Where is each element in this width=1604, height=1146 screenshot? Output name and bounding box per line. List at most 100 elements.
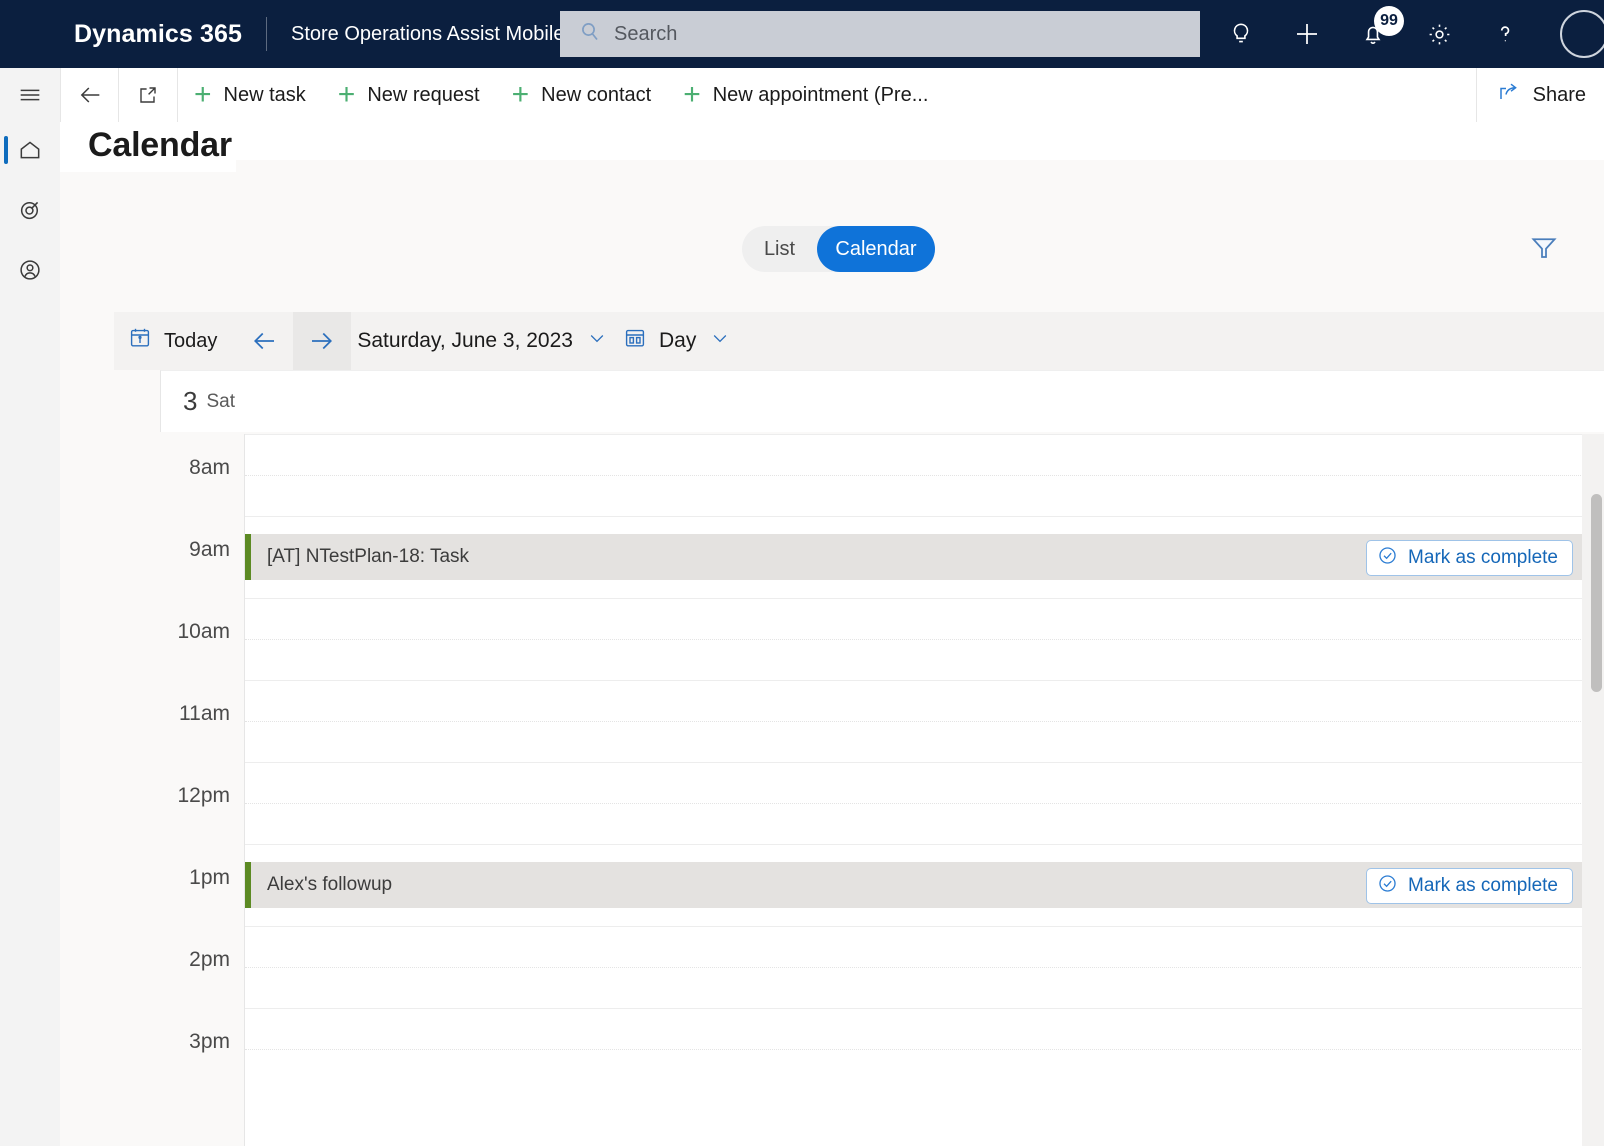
check-circle-icon [1377, 873, 1398, 900]
popout-icon[interactable] [119, 68, 177, 122]
calendar-event[interactable]: [AT] NTestPlan-18: Task Mark as complete [245, 534, 1583, 580]
check-circle-icon [1377, 545, 1398, 572]
calendar-view-icon [623, 326, 647, 356]
previous-day-button[interactable] [235, 312, 293, 370]
calendar-toolbar: Today Saturday, June 3, 2023 Day [114, 312, 1604, 370]
view-mode-button[interactable]: Day [615, 312, 738, 370]
notification-badge: 99 [1374, 6, 1404, 36]
header-divider [265, 17, 267, 51]
share-icon [1497, 80, 1521, 110]
calendar-grid: [AT] NTestPlan-18: Task Mark as complete [114, 434, 1604, 1146]
avatar-circle [1560, 10, 1604, 58]
half-hour-line [245, 803, 1583, 804]
hour-line [245, 1008, 1583, 1009]
new-contact-button[interactable]: + New contact [496, 68, 668, 122]
hour-line [245, 926, 1583, 927]
new-task-button[interactable]: + New task [178, 68, 322, 122]
current-date-label: Saturday, June 3, 2023 [357, 329, 573, 352]
command-bar: + New task + New request + New contact +… [0, 68, 1604, 123]
hour-line [245, 680, 1583, 681]
hour-gutter: 8am 9am 10am 11am 12pm 1pm 2pm 3pm [114, 434, 244, 1146]
hour-label: 10am [177, 620, 230, 643]
hour-label: 11am [179, 702, 230, 725]
command-bar-right: Share [1475, 68, 1604, 122]
hour-label: 3pm [189, 1030, 230, 1053]
title-bar-background [236, 122, 1604, 160]
scrollbar-thumb[interactable] [1591, 494, 1602, 692]
half-hour-line [245, 1049, 1583, 1050]
hour-line [245, 598, 1583, 599]
back-arrow-icon[interactable] [61, 68, 118, 122]
hamburger-icon[interactable] [0, 68, 60, 122]
sidebar-item-home[interactable] [0, 126, 60, 174]
hour-label: 1pm [189, 866, 230, 889]
app-header: Dynamics 365 Store Operations Assist Mob… [0, 0, 1604, 68]
search-icon [578, 20, 602, 49]
share-button[interactable]: Share [1477, 68, 1604, 122]
hour-line [245, 844, 1583, 845]
date-picker-button[interactable]: Saturday, June 3, 2023 [351, 312, 615, 370]
bell-icon[interactable]: 99 [1340, 0, 1406, 68]
today-button[interactable]: Today [114, 312, 235, 370]
new-appointment-label: New appointment (Pre... [712, 83, 929, 106]
plus-icon: + [194, 78, 212, 111]
gear-icon[interactable] [1406, 0, 1472, 68]
mark-as-complete-label: Mark as complete [1408, 547, 1558, 568]
brand-title: Dynamics 365 [74, 19, 242, 48]
calendar-today-icon [128, 326, 152, 356]
hour-label: 2pm [189, 948, 230, 971]
new-appointment-button[interactable]: + New appointment (Pre... [667, 68, 944, 122]
filter-button[interactable] [1522, 228, 1566, 272]
half-hour-line [245, 639, 1583, 640]
hour-line [245, 516, 1583, 517]
day-column[interactable]: [AT] NTestPlan-18: Task Mark as complete [244, 434, 1583, 1146]
tab-calendar[interactable]: Calendar [817, 226, 935, 272]
calendar-scrollbar[interactable] [1588, 434, 1604, 1146]
page-body: Calendar List Calendar Today Saturday, J… [60, 122, 1604, 1146]
half-hour-line [245, 721, 1583, 722]
new-task-label: New task [223, 83, 306, 106]
mark-as-complete-button[interactable]: Mark as complete [1366, 540, 1573, 576]
plus-icon[interactable] [1274, 0, 1340, 68]
day-number: 3 [183, 386, 198, 416]
plus-icon: + [683, 78, 701, 111]
header-icon-group: 99 [1208, 0, 1604, 68]
plus-icon: + [511, 78, 530, 111]
view-toggle: List Calendar [742, 226, 935, 272]
hour-label: 8am [189, 456, 230, 479]
hour-label: 12pm [177, 784, 230, 807]
search-box[interactable]: Search [560, 11, 1200, 57]
page-title-tab: Calendar [60, 122, 236, 172]
new-request-button[interactable]: + New request [322, 68, 496, 122]
hour-line [245, 434, 1583, 435]
app-name-label: Store Operations Assist Mobile [290, 22, 565, 45]
tab-list[interactable]: List [742, 238, 817, 261]
new-request-label: New request [367, 83, 480, 106]
mark-as-complete-label: Mark as complete [1408, 875, 1558, 896]
app-root: Dynamics 365 Store Operations Assist Mob… [0, 0, 1604, 1146]
hour-label: 9am [189, 538, 230, 561]
calendar-control: Today Saturday, June 3, 2023 Day 3 Sat [… [114, 312, 1604, 1146]
half-hour-line [245, 475, 1583, 476]
share-label: Share [1532, 83, 1586, 106]
help-icon[interactable] [1472, 0, 1538, 68]
calendar-grid-scroll[interactable]: [AT] NTestPlan-18: Task Mark as complete [114, 434, 1604, 1146]
today-label: Today [164, 329, 218, 352]
view-mode-label: Day [658, 329, 697, 352]
filter-icon [1529, 233, 1559, 268]
calendar-event[interactable]: Alex's followup Mark as complete [245, 862, 1583, 908]
avatar[interactable] [1538, 0, 1604, 68]
sidebar-item-contacts[interactable] [0, 246, 60, 294]
chevron-down-icon [587, 328, 607, 354]
lightbulb-icon[interactable] [1208, 0, 1274, 68]
half-hour-line [245, 967, 1583, 968]
mark-as-complete-button[interactable]: Mark as complete [1366, 868, 1573, 904]
day-of-week: Sat [206, 390, 235, 412]
next-day-button[interactable] [293, 312, 352, 370]
sidebar-item-goals[interactable] [0, 186, 60, 234]
event-title: [AT] NTestPlan-18: Task [267, 546, 470, 567]
page-title: Calendar [88, 126, 232, 164]
chevron-down-icon [710, 328, 730, 354]
day-header: 3 Sat [160, 370, 1604, 432]
sidebar [0, 122, 60, 1146]
